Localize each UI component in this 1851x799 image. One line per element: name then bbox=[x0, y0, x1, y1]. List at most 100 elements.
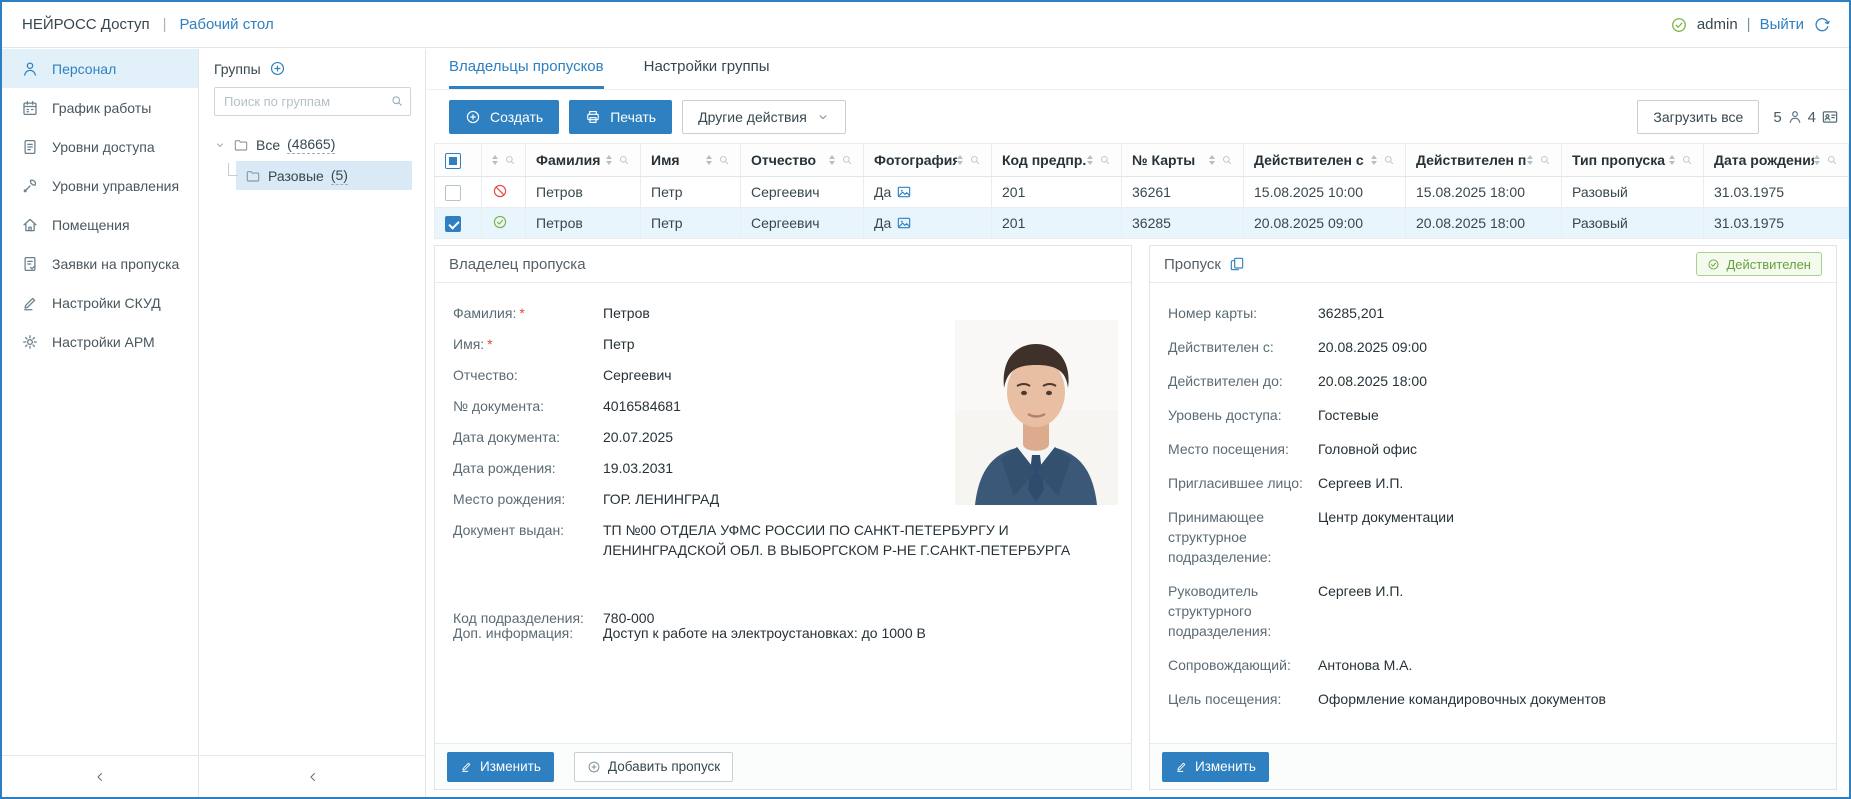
pencil-icon bbox=[21, 294, 39, 312]
select-all-header bbox=[435, 144, 482, 177]
chevron-left-icon bbox=[306, 770, 320, 784]
sidebar-item-personnel[interactable]: Персонал bbox=[2, 49, 198, 88]
pass-host-unit: Центр документации bbox=[1318, 507, 1454, 567]
sort-icon[interactable] bbox=[829, 155, 835, 165]
pass-valid-to: 20.08.2025 18:00 bbox=[1318, 371, 1427, 391]
column-header-middle-name[interactable]: Отчество bbox=[741, 144, 864, 177]
sidebar-item-arm-settings[interactable]: Настройки АРМ bbox=[2, 322, 198, 361]
column-header-first-name[interactable]: Имя bbox=[641, 144, 741, 177]
tree-caret-icon[interactable] bbox=[214, 139, 226, 151]
sort-icon[interactable] bbox=[1371, 155, 1377, 165]
column-search-icon[interactable] bbox=[1681, 154, 1693, 166]
session-status-icon bbox=[1670, 16, 1688, 34]
valid-check-icon bbox=[1707, 258, 1720, 271]
column-search-icon[interactable] bbox=[1221, 154, 1233, 166]
column-search-icon[interactable] bbox=[1383, 154, 1395, 166]
column-search-icon[interactable] bbox=[1099, 154, 1111, 166]
pass-access-level: Гостевые bbox=[1318, 405, 1379, 425]
select-all-checkbox[interactable] bbox=[445, 153, 461, 169]
sidebar-collapse-button[interactable] bbox=[2, 755, 198, 797]
group-search-input[interactable] bbox=[214, 87, 411, 116]
tree-node-all[interactable]: Все (48665) bbox=[214, 130, 411, 159]
people-count: 5 bbox=[1773, 109, 1781, 126]
gear-icon bbox=[21, 333, 39, 351]
pass-panel: Пропуск Действителен Номер карты:36285,2… bbox=[1149, 245, 1837, 790]
sort-icon[interactable] bbox=[606, 155, 612, 165]
cards-count: 4 bbox=[1808, 109, 1816, 126]
edit-owner-button[interactable]: Изменить bbox=[447, 752, 554, 782]
create-button[interactable]: Создать bbox=[449, 100, 559, 134]
chevron-left-icon bbox=[93, 770, 107, 784]
column-search-icon[interactable] bbox=[1826, 154, 1838, 166]
column-search-icon[interactable] bbox=[969, 154, 981, 166]
column-search-icon[interactable] bbox=[504, 154, 516, 166]
owner-document-date: 20.07.2025 bbox=[603, 427, 673, 447]
home-icon bbox=[21, 216, 39, 234]
tab-pass-owners[interactable]: Владельцы пропусков bbox=[449, 58, 604, 89]
sidebar-item-pass-requests[interactable]: Заявки на пропуска bbox=[2, 244, 198, 283]
logout-icon[interactable] bbox=[1813, 16, 1831, 34]
pencil-icon bbox=[460, 760, 473, 773]
pass-escort: Антонова М.А. bbox=[1318, 655, 1412, 675]
column-header-birth-date[interactable]: Дата рождения bbox=[1704, 144, 1849, 177]
logout-link[interactable]: Выйти bbox=[1760, 16, 1804, 33]
sort-icon[interactable] bbox=[492, 155, 498, 165]
edit-pass-button[interactable]: Изменить bbox=[1162, 752, 1269, 782]
pass-valid-icon bbox=[492, 214, 508, 230]
app-window: НЕЙРОСС Доступ | Рабочий стол admin | Вы… bbox=[0, 0, 1851, 799]
workspace-link[interactable]: Рабочий стол bbox=[180, 16, 274, 33]
column-header-last-name[interactable]: Фамилия bbox=[526, 144, 641, 177]
table-header-row: Фамилия Имя Отчество Фотография Код пред… bbox=[435, 144, 1849, 177]
table-row[interactable]: Петров Петр Сергеевич Да 201 36261 15.08… bbox=[435, 177, 1849, 208]
column-header-card-number[interactable]: № Карты bbox=[1122, 144, 1244, 177]
load-all-button[interactable]: Загрузить все bbox=[1637, 100, 1759, 134]
column-header-company-code[interactable]: Код предпр. bbox=[992, 144, 1122, 177]
sidebar-item-premises[interactable]: Помещения bbox=[2, 205, 198, 244]
plus-circle-icon bbox=[465, 109, 481, 125]
table-row-selected[interactable]: Петров Петр Сергеевич Да 201 36285 20.08… bbox=[435, 208, 1849, 239]
sort-icon[interactable] bbox=[1814, 155, 1820, 165]
print-button[interactable]: Печать bbox=[569, 100, 672, 134]
tab-group-settings[interactable]: Настройки группы bbox=[644, 58, 770, 89]
photo-icon[interactable] bbox=[896, 215, 912, 231]
search-icon[interactable] bbox=[390, 94, 404, 108]
row-checkbox[interactable] bbox=[445, 185, 461, 201]
pass-visit-purpose: Оформление командировочных документов bbox=[1318, 689, 1606, 709]
column-header-valid-from[interactable]: Действителен с bbox=[1244, 144, 1406, 177]
groups-collapse-button[interactable] bbox=[200, 755, 425, 797]
column-header-pass-type[interactable]: Тип пропуска bbox=[1562, 144, 1704, 177]
owner-last-name: Петров bbox=[603, 303, 650, 323]
photo-icon[interactable] bbox=[896, 184, 912, 200]
wrench-icon bbox=[21, 177, 39, 195]
pass-owners-table: Фамилия Имя Отчество Фотография Код пред… bbox=[434, 143, 1849, 239]
sort-icon[interactable] bbox=[957, 155, 963, 165]
sort-icon[interactable] bbox=[1209, 155, 1215, 165]
tree-node-razovye[interactable]: Разовые (5) bbox=[236, 161, 412, 190]
sort-icon[interactable] bbox=[1087, 155, 1093, 165]
id-card-count-icon bbox=[1821, 108, 1839, 126]
sort-icon[interactable] bbox=[1527, 155, 1533, 165]
required-mark: * bbox=[519, 305, 524, 321]
person-icon bbox=[21, 60, 39, 78]
column-header-photo[interactable]: Фотография bbox=[864, 144, 992, 177]
add-pass-button[interactable]: Добавить пропуск bbox=[574, 752, 733, 782]
row-checkbox[interactable] bbox=[445, 216, 461, 232]
sort-icon[interactable] bbox=[706, 155, 712, 165]
groups-tree: Все (48665) Разовые (5) bbox=[214, 130, 411, 190]
sidebar-item-acs-settings[interactable]: Настройки СКУД bbox=[2, 283, 198, 322]
sort-icon[interactable] bbox=[1669, 155, 1675, 165]
sidebar-item-access-levels[interactable]: Уровни доступа bbox=[2, 127, 198, 166]
top-bar: НЕЙРОСС Доступ | Рабочий стол admin | Вы… bbox=[2, 2, 1849, 48]
sidebar-item-control-levels[interactable]: Уровни управления bbox=[2, 166, 198, 205]
add-group-icon[interactable] bbox=[269, 60, 286, 77]
column-search-icon[interactable] bbox=[718, 154, 730, 166]
more-actions-button[interactable]: Другие действия bbox=[682, 100, 846, 134]
main-area: Владельцы пропусков Настройки группы Соз… bbox=[427, 49, 1849, 797]
column-header-valid-to[interactable]: Действителен по bbox=[1406, 144, 1562, 177]
column-search-icon[interactable] bbox=[1539, 154, 1551, 166]
column-search-icon[interactable] bbox=[841, 154, 853, 166]
pass-card-number: 36285,201 bbox=[1318, 303, 1384, 323]
column-search-icon[interactable] bbox=[618, 154, 630, 166]
document-icon bbox=[21, 138, 39, 156]
sidebar-item-work-schedule[interactable]: График работы bbox=[2, 88, 198, 127]
